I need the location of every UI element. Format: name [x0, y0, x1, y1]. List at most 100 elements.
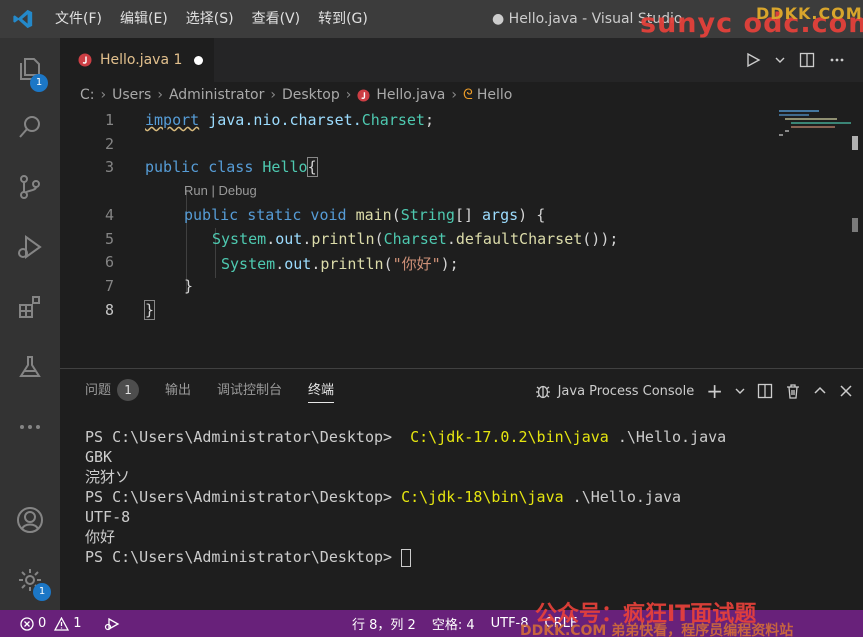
- breadcrumb-users[interactable]: Users: [112, 87, 151, 103]
- terminal-line: PS C:\Users\Administrator\Desktop>: [85, 547, 726, 567]
- new-terminal-plus-icon[interactable]: +: [706, 381, 723, 401]
- menu-selection[interactable]: 选择(S): [177, 0, 243, 38]
- code-editor[interactable]: 1 2 3 4 5 6 7 8 import java.nio.charset.…: [60, 108, 863, 368]
- terminal-cursor: [401, 548, 412, 567]
- breadcrumb-file[interactable]: Hello.java: [376, 87, 445, 103]
- more-actions-icon[interactable]: [829, 52, 845, 68]
- error-count: 0: [38, 616, 47, 631]
- settings-gear-icon[interactable]: 1: [0, 555, 60, 605]
- minimap[interactable]: [777, 108, 855, 138]
- extensions-icon[interactable]: [0, 282, 60, 332]
- chevron-right-icon: ›: [100, 87, 107, 103]
- breadcrumb-class[interactable]: Hello: [477, 87, 513, 103]
- code-line-1: import java.nio.charset.Charset;: [145, 111, 434, 129]
- terminal-line: PS C:\Users\Administrator\Desktop> C:\jd…: [85, 428, 727, 446]
- code-line-6: System.out.println("你好");: [221, 255, 459, 273]
- line-number: 5: [104, 230, 114, 248]
- line-number: 7: [104, 277, 114, 295]
- java-file-icon: [357, 88, 370, 102]
- tab-problems[interactable]: 问题 1: [85, 369, 140, 413]
- chevron-down-icon[interactable]: [775, 55, 785, 65]
- tab-output[interactable]: 输出: [165, 369, 191, 413]
- vscode-logo-icon: [0, 0, 46, 38]
- close-icon[interactable]: [839, 384, 853, 398]
- chevron-right-icon: ›: [451, 87, 457, 103]
- menu-view[interactable]: 查看(V): [243, 0, 310, 38]
- breadcrumb: C: › Users › Administrator › Desktop › H…: [60, 82, 863, 108]
- scrollbar-marker[interactable]: [852, 218, 858, 232]
- chevron-up-icon[interactable]: [813, 384, 827, 398]
- cursor-position[interactable]: 行 8，列 2: [352, 614, 416, 633]
- editor-actions: [745, 38, 863, 82]
- code-line-5: System.out.println(Charset.defaultCharse…: [212, 230, 619, 248]
- terminal-line: 浣犲ソ: [85, 468, 131, 486]
- codelens-run-debug[interactable]: Run | Debug: [184, 183, 257, 198]
- code-line-7: }: [184, 277, 194, 295]
- unsaved-dot-icon[interactable]: [194, 55, 204, 65]
- terminal-line: UTF-8: [85, 508, 131, 526]
- terminal-line: PS C:\Users\Administrator\Desktop> C:\jd…: [85, 488, 682, 506]
- split-terminal-icon[interactable]: [757, 383, 773, 399]
- terminal-line: GBK: [85, 448, 113, 466]
- testing-icon[interactable]: [0, 342, 60, 392]
- title-bar: 文件(F) 编辑(E) 选择(S) 查看(V) 转到(G) ● Hello.ja…: [0, 0, 863, 39]
- problems-count-badge: 1: [117, 379, 140, 401]
- explorer-icon[interactable]: 1: [0, 44, 60, 94]
- error-icon: [20, 616, 34, 631]
- explorer-badge: 1: [30, 74, 48, 92]
- editor-tab-bar: Hello.java 1: [60, 38, 863, 82]
- breadcrumb-drive[interactable]: C:: [80, 87, 95, 103]
- source-control-icon[interactable]: [0, 162, 60, 212]
- menu-go[interactable]: 转到(G): [309, 0, 377, 38]
- chevron-right-icon: ›: [157, 87, 163, 103]
- menu-file[interactable]: 文件(F): [46, 0, 111, 38]
- line-number: 2: [104, 135, 114, 153]
- tab-debug-console[interactable]: 调试控制台: [217, 369, 282, 413]
- warning-count: 1: [73, 616, 82, 631]
- terminal-name: Java Process Console: [557, 383, 695, 399]
- tab-hello-java[interactable]: Hello.java 1: [60, 38, 214, 82]
- panel-actions: Java Process Console +: [534, 369, 853, 413]
- watermark-ddkk: DDKK.COM: [756, 4, 863, 23]
- chevron-right-icon: ›: [345, 87, 352, 103]
- indentation[interactable]: 空格: 4: [432, 614, 475, 633]
- menu-edit[interactable]: 编辑(E): [111, 0, 177, 38]
- code-line-8: }: [143, 300, 156, 320]
- code-line-3: public class Hello{: [145, 157, 318, 177]
- line-number-current: 8: [104, 301, 114, 319]
- more-icon[interactable]: [0, 402, 60, 452]
- split-editor-icon[interactable]: [799, 52, 815, 68]
- breadcrumb-administrator[interactable]: Administrator: [169, 87, 264, 103]
- tab-terminal[interactable]: 终端: [308, 369, 335, 413]
- tab-label: Hello.java 1: [100, 52, 183, 68]
- warning-icon: [54, 616, 70, 631]
- tab-problem-count: 1: [173, 52, 183, 68]
- code-line-4: public static void main(String[] args) {: [184, 206, 546, 224]
- settings-badge: 1: [33, 583, 51, 601]
- java-file-icon: [78, 53, 92, 67]
- watermark-ddkk-bottom: DDKK.COM 弟弟快看，程序员编程资料站: [520, 623, 794, 637]
- class-symbol-icon: ᘓ: [462, 87, 473, 103]
- bottom-panel: 问题 1 输出 调试控制台 终端 Java Process Console + P…: [60, 368, 863, 610]
- menu-bar: 文件(F) 编辑(E) 选择(S) 查看(V) 转到(G): [46, 0, 377, 38]
- terminal-line: 你好: [85, 528, 116, 546]
- activity-bar: 1 1: [0, 38, 60, 610]
- line-number: 4: [104, 206, 114, 224]
- debug-run-icon[interactable]: [104, 617, 120, 631]
- scrollbar-marker[interactable]: [852, 136, 858, 150]
- line-number: 6: [104, 253, 114, 271]
- account-icon[interactable]: [0, 495, 60, 545]
- trash-icon[interactable]: [785, 383, 801, 399]
- line-number: 3: [104, 158, 114, 176]
- chevron-down-icon[interactable]: [735, 386, 745, 396]
- terminal-output[interactable]: PS C:\Users\Administrator\Desktop> C:\jd…: [85, 427, 726, 567]
- run-icon[interactable]: [745, 52, 761, 68]
- terminal-selector[interactable]: Java Process Console: [534, 382, 695, 400]
- breadcrumb-desktop[interactable]: Desktop: [282, 87, 340, 103]
- status-problems[interactable]: 0 1: [0, 616, 120, 631]
- run-debug-icon[interactable]: [0, 222, 60, 272]
- debug-bug-icon: [535, 385, 550, 399]
- chevron-right-icon: ›: [270, 87, 276, 103]
- line-number: 1: [104, 111, 114, 129]
- search-icon[interactable]: [0, 102, 60, 152]
